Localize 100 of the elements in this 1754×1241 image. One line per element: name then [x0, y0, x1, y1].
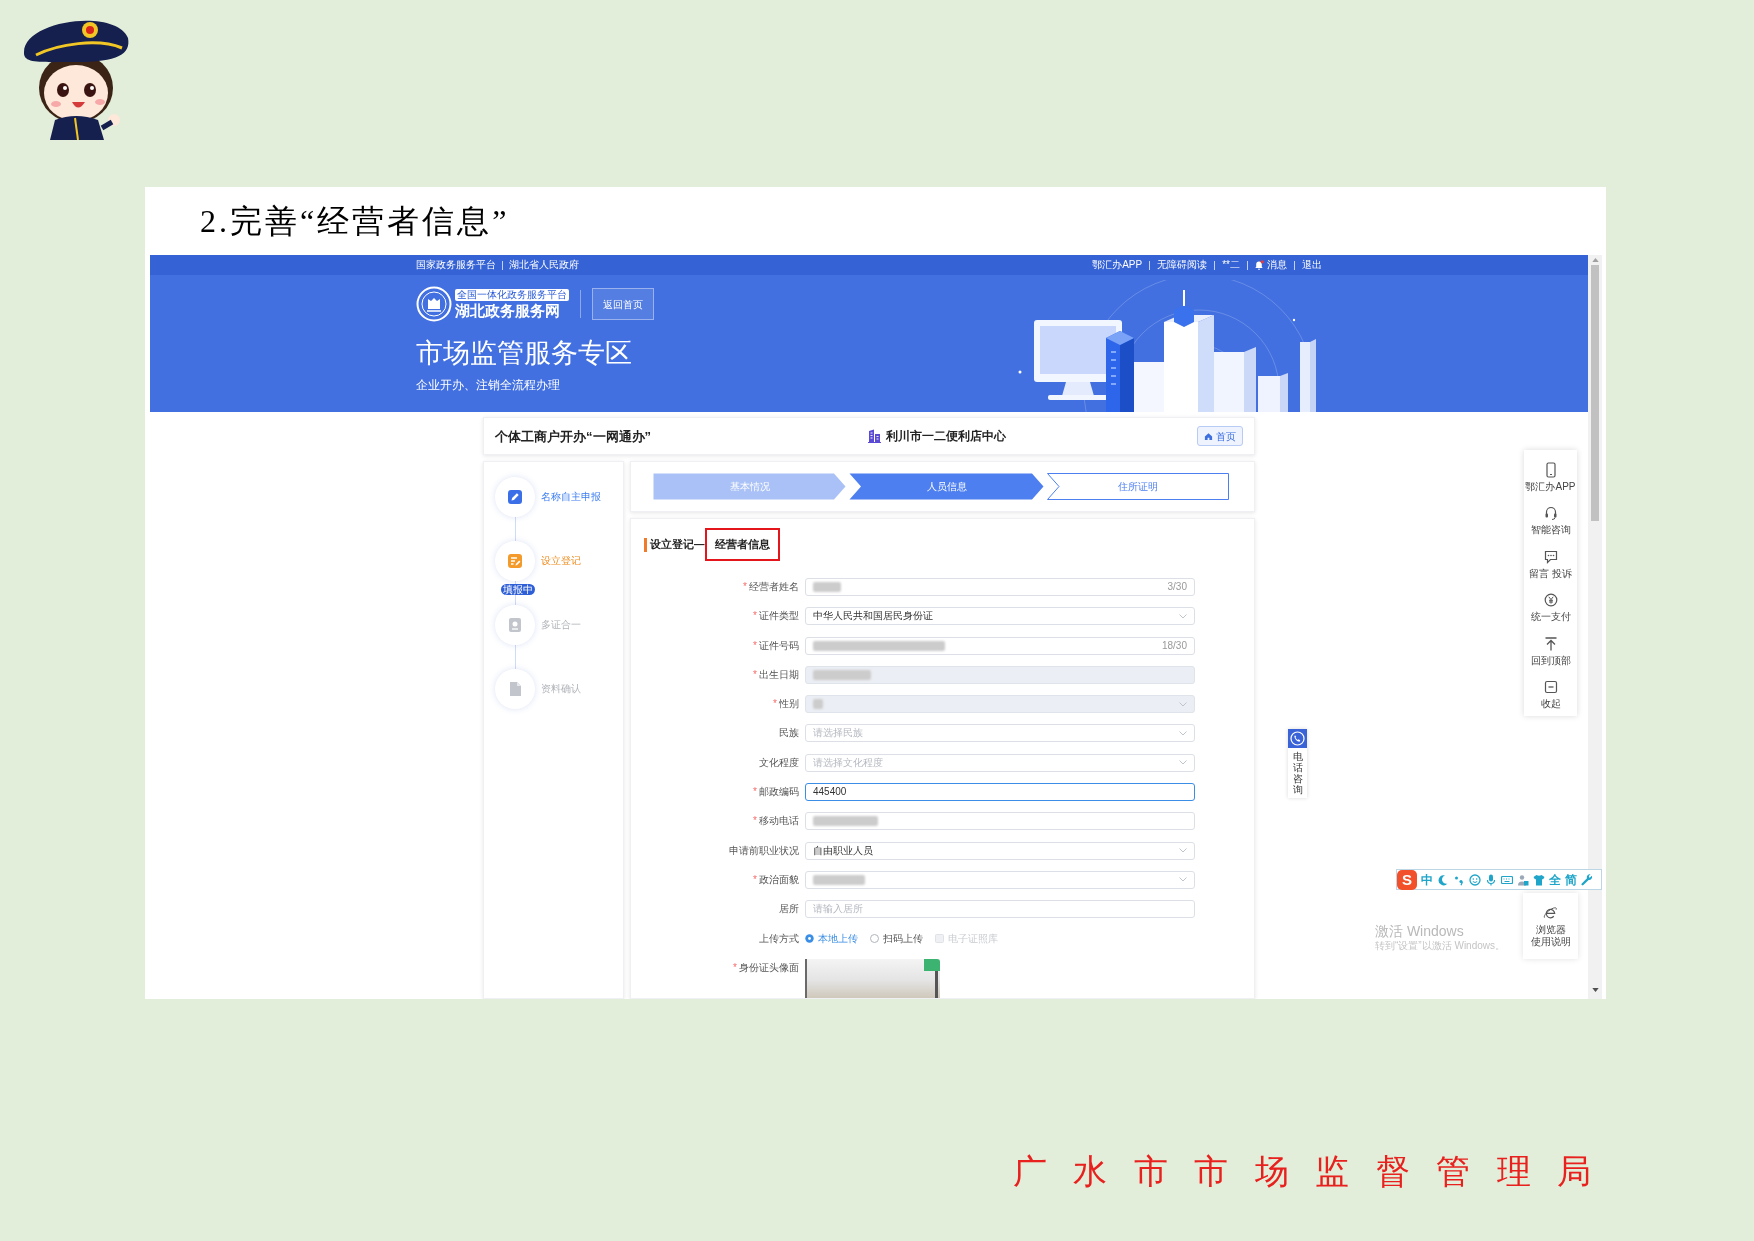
field-value: 445400: [813, 786, 847, 799]
select-field[interactable]: 中华人民共和国居民身份证: [805, 607, 1195, 626]
side-tool-button[interactable]: 统一支付: [1524, 585, 1577, 629]
progress-step: 住所证明: [1047, 473, 1229, 500]
page-title: 个体工商户开办“一网通办”: [495, 429, 651, 444]
scrollbar-thumb[interactable]: [1591, 265, 1599, 521]
chevron-down-icon: [1179, 877, 1187, 883]
text-field[interactable]: 445400: [805, 783, 1195, 802]
badge-card-icon: [495, 605, 535, 645]
field-label: 性别: [779, 698, 799, 711]
moon-icon[interactable]: [1437, 873, 1449, 886]
field-placeholder: 请选择文化程度: [813, 756, 883, 769]
home-button[interactable]: 首页: [1197, 426, 1243, 446]
required-mark: *: [743, 581, 747, 593]
required-mark: *: [753, 873, 757, 886]
side-tool-button[interactable]: 智能咨询: [1524, 498, 1577, 542]
side-tool-button[interactable]: 回到顶部: [1524, 629, 1577, 673]
radio-option[interactable]: 扫码上传: [870, 932, 923, 945]
required-mark: *: [753, 815, 757, 828]
step-label[interactable]: 名称自主申报: [541, 491, 601, 503]
required-mark: *: [733, 961, 737, 974]
phone-icon: [1288, 729, 1307, 748]
select-field[interactable]: 自由职业人员: [805, 841, 1195, 860]
text-field[interactable]: [805, 812, 1195, 831]
side-tool-button[interactable]: 鄂汇办APP: [1524, 455, 1577, 499]
microphone-icon[interactable]: [1485, 873, 1497, 886]
mobile-phone-icon: [1543, 461, 1558, 478]
chevron-down-icon: [1179, 613, 1187, 619]
emblem-icon: [416, 286, 452, 322]
footer-organization: 广 水 市 市 场 监 督 管 理 局: [1012, 1152, 1600, 1192]
emoji-icon[interactable]: [1469, 873, 1481, 886]
chevron-down-icon: [1179, 848, 1187, 854]
required-mark: *: [753, 786, 757, 799]
banner-title: 市场监管服务专区: [416, 337, 633, 370]
progress-step: 基本情况: [653, 473, 846, 500]
section-title: 设立登记—: [650, 538, 705, 551]
wrench-icon[interactable]: [1581, 873, 1593, 886]
field-label: 上传方式: [759, 932, 799, 945]
side-tool-button[interactable]: 留言 投诉: [1524, 542, 1577, 586]
field-placeholder: 请选择民族: [813, 727, 863, 740]
field-placeholder: 请输入居所: [813, 903, 863, 916]
accent-bar: [644, 537, 647, 552]
field-label: 移动电话: [759, 815, 799, 828]
top-link[interactable]: **二: [1222, 259, 1240, 271]
status-badge: 填报中: [501, 584, 535, 595]
activation-title: 激活 Windows: [1375, 923, 1465, 940]
chat-bubble-icon: [1543, 548, 1558, 565]
field-label: 政治面貌: [759, 873, 799, 886]
banner-subtitle: 企业开办、注销全流程办理: [416, 378, 561, 392]
site-name: 湖北政务服务网: [455, 300, 560, 320]
redacted-value: [813, 669, 871, 680]
field-label: 民族: [779, 727, 799, 740]
side-tool-button[interactable]: 收起: [1524, 672, 1577, 716]
radio-option[interactable]: 本地上传: [805, 932, 858, 945]
chevron-down-icon: [1179, 701, 1187, 707]
redacted-value: [813, 699, 823, 710]
site-tagline: 全国一体化政务服务平台: [455, 288, 569, 301]
required-mark: *: [753, 639, 757, 652]
scroll-down-icon[interactable]: [1591, 988, 1599, 992]
field-label: 身份证头像面: [739, 961, 799, 974]
ime-mode-button[interactable]: 中: [1421, 872, 1433, 887]
ime-mode-button[interactable]: 简: [1565, 872, 1577, 887]
select-field[interactable]: [805, 870, 1195, 889]
character-counter: 3/30: [1167, 581, 1187, 593]
user-icon[interactable]: [1517, 873, 1529, 886]
field-label: 文化程度: [759, 756, 799, 769]
field-value: 自由职业人员: [813, 844, 873, 857]
top-link[interactable]: 无障碍阅读: [1157, 259, 1208, 271]
top-link[interactable]: 国家政务服务平台: [416, 259, 496, 271]
top-link[interactable]: 湖北省人民政府: [509, 259, 579, 271]
back-home-button[interactable]: 返回首页: [592, 288, 654, 320]
text-field[interactable]: 18/30: [805, 636, 1195, 655]
required-mark: *: [753, 610, 757, 623]
shirt-icon[interactable]: [1533, 873, 1545, 886]
business-name: 利川市一二便利店中心: [886, 429, 1006, 443]
headset-icon: [1543, 505, 1558, 522]
scroll-up-icon[interactable]: [1591, 258, 1599, 262]
field-label: 证件类型: [759, 610, 799, 623]
top-link[interactable]: 退出: [1302, 259, 1322, 271]
field-label: 申请前职业状况: [729, 844, 799, 857]
phone-consult-tab[interactable]: 电话咨询: [1288, 729, 1307, 798]
ime-mode-button[interactable]: 全: [1549, 872, 1561, 887]
character-counter: 18/30: [1161, 639, 1187, 652]
progress-step: 人员信息: [849, 473, 1044, 500]
file-icon: [495, 669, 535, 709]
top-link[interactable]: 消息: [1255, 259, 1287, 271]
bell-icon: [1255, 260, 1264, 270]
top-link[interactable]: 鄂汇办APP: [1092, 259, 1143, 271]
pen-document-icon: [495, 477, 535, 517]
chevron-down-icon: [1179, 760, 1187, 766]
building-icon: [868, 429, 881, 443]
redacted-value: [813, 874, 865, 885]
field-label: 出生日期: [759, 668, 799, 681]
required-mark: *: [753, 668, 757, 681]
browser-guide-button[interactable]: 浏览器 使用说明: [1523, 893, 1578, 959]
back-to-top-icon: [1543, 635, 1558, 652]
keyboard-icon[interactable]: [1501, 873, 1513, 886]
slide-title: 2.完善“经营者信息”: [200, 202, 510, 240]
field-value: 中华人民共和国居民身份证: [813, 610, 933, 623]
text-field[interactable]: 3/30: [805, 578, 1195, 596]
